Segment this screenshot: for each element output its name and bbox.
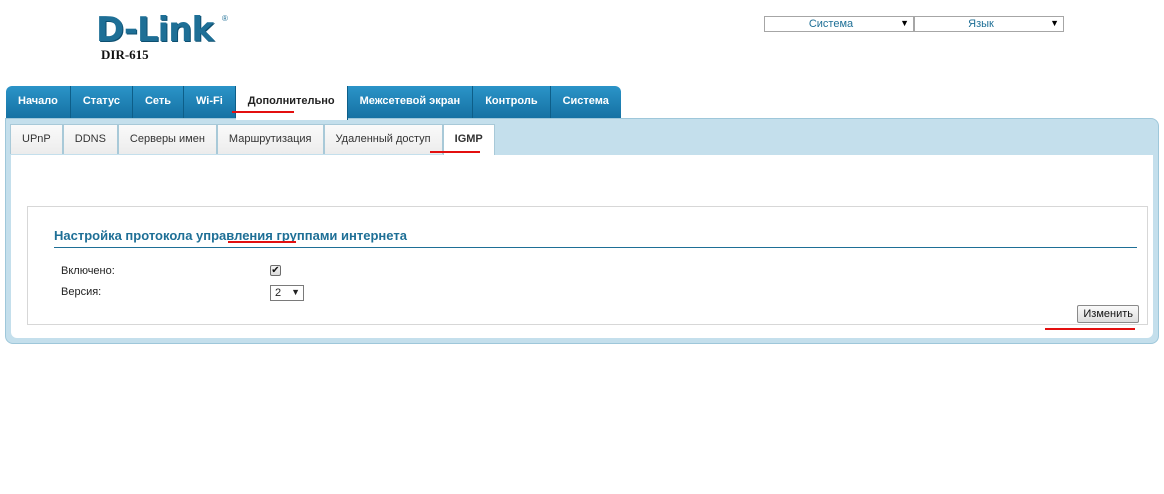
tab-upnp[interactable]: UPnP — [10, 124, 63, 154]
tab-remote-access[interactable]: Удаленный доступ — [323, 124, 443, 154]
chevron-down-icon: ▼ — [1050, 18, 1059, 28]
model-name: DIR-615 — [101, 47, 149, 62]
tab-advanced[interactable]: Дополнительно — [235, 86, 348, 120]
tab-home[interactable]: Начало — [6, 86, 71, 118]
section-divider — [54, 247, 1137, 248]
main-tab-bar: Начало Статус Сеть Wi-Fi Дополнительно М… — [6, 86, 621, 120]
highlight-advanced-tab — [232, 111, 294, 113]
content-frame: UPnP DDNS Серверы имен Маршрутизация Уда… — [5, 118, 1159, 344]
tab-system[interactable]: Система — [550, 86, 621, 118]
tab-wifi[interactable]: Wi-Fi — [184, 86, 236, 118]
system-menu-select[interactable]: Система ▼ — [764, 16, 914, 32]
version-value: 2 — [275, 287, 282, 299]
checkmark-icon: ✔ — [271, 265, 280, 276]
registered-mark: ® — [222, 14, 228, 23]
router-admin-page: D-Link ® DIR-615 Система ▼ Язык ▼ UPnP D… — [0, 0, 1164, 494]
tab-status[interactable]: Статус — [70, 86, 133, 118]
version-select[interactable]: 2 ▼ — [270, 285, 304, 301]
tab-network[interactable]: Сеть — [132, 86, 185, 118]
system-menu-label: Система — [808, 18, 854, 30]
enabled-checkbox[interactable]: ✔ — [270, 265, 281, 276]
tab-name-servers[interactable]: Серверы имен — [117, 124, 217, 154]
igmp-settings-group: Настройка протокола управления группами … — [27, 206, 1148, 325]
tab-firewall[interactable]: Межсетевой экран — [347, 86, 474, 118]
dlink-logo: D-Link — [96, 10, 214, 50]
highlight-apply-button — [1045, 328, 1135, 330]
highlight-igmp-tab — [430, 151, 480, 153]
tab-ddns[interactable]: DDNS — [62, 124, 118, 154]
enabled-label: Включено: — [61, 265, 115, 277]
highlight-enabled-checkbox — [228, 241, 296, 243]
tab-routing[interactable]: Маршрутизация — [216, 124, 324, 154]
language-label: Язык — [968, 18, 994, 30]
version-label: Версия: — [61, 286, 102, 298]
content-panel: Настройка протокола управления группами … — [11, 155, 1153, 338]
sub-tab-bar: UPnP DDNS Серверы имен Маршрутизация Уда… — [10, 124, 495, 156]
language-select[interactable]: Язык ▼ — [914, 16, 1064, 32]
tab-control[interactable]: Контроль — [473, 86, 551, 118]
apply-button[interactable]: Изменить — [1077, 305, 1139, 323]
chevron-down-icon: ▼ — [291, 287, 300, 297]
chevron-down-icon: ▼ — [900, 18, 909, 28]
